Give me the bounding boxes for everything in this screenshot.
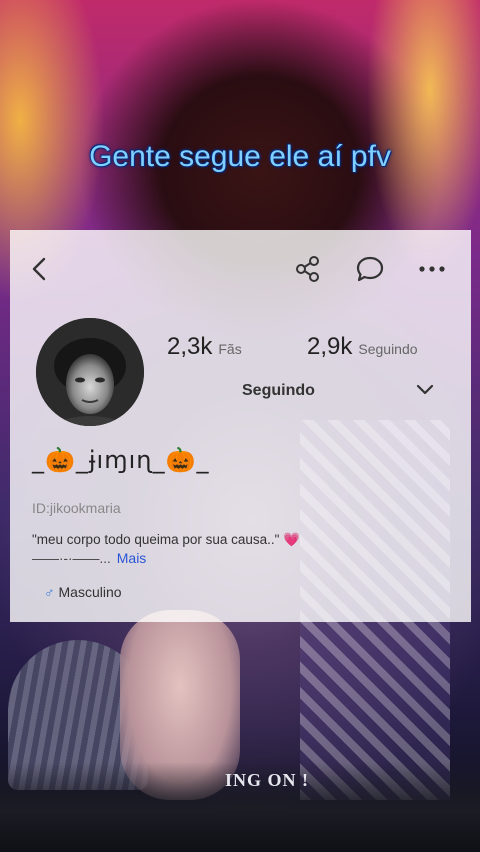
fans-label: Fãs xyxy=(218,341,242,357)
profile-topbar xyxy=(10,230,471,310)
more-horizontal-icon[interactable] xyxy=(416,254,450,284)
gender-label: Masculino xyxy=(58,584,122,600)
bio-divider: ——·-·——... xyxy=(32,551,111,566)
following-stat[interactable]: 2,9k Seguindo xyxy=(307,333,418,361)
bio-text: "meu corpo todo queima por sua causa.." … xyxy=(32,532,301,547)
chevron-left-icon[interactable] xyxy=(28,254,52,284)
fans-stat[interactable]: 2,3k Fãs xyxy=(167,333,242,361)
headline-caption: Gente segue ele aí pfv xyxy=(89,140,391,173)
bio: "meu corpo todo queima por sua causa.." … xyxy=(32,531,452,568)
user-id: ID:jikookmaria xyxy=(32,500,121,516)
following-label: Seguindo xyxy=(358,341,418,357)
chevron-down-icon[interactable] xyxy=(414,379,436,401)
share-icon[interactable] xyxy=(293,254,323,284)
following-count: 2,9k xyxy=(307,333,353,360)
male-icon: ♂ xyxy=(44,584,55,600)
background-caption: ING ON ! xyxy=(225,770,309,790)
gender-tag: ♂ Masculino xyxy=(44,584,122,600)
fans-count: 2,3k xyxy=(167,333,213,360)
more-link[interactable]: Mais xyxy=(117,550,147,566)
username: _🎃_ɉıɱıɳ_🎃_ xyxy=(32,446,210,474)
profile-card: 2,3k Fãs 2,9k Seguindo Seguindo _🎃_ɉıɱıɳ_🎃… xyxy=(10,230,471,622)
follow-status-button[interactable]: Seguindo xyxy=(242,380,442,402)
avatar[interactable] xyxy=(36,318,144,426)
bio-line-2: ——·-·——... Mais xyxy=(32,549,452,568)
comment-icon[interactable] xyxy=(355,254,385,284)
